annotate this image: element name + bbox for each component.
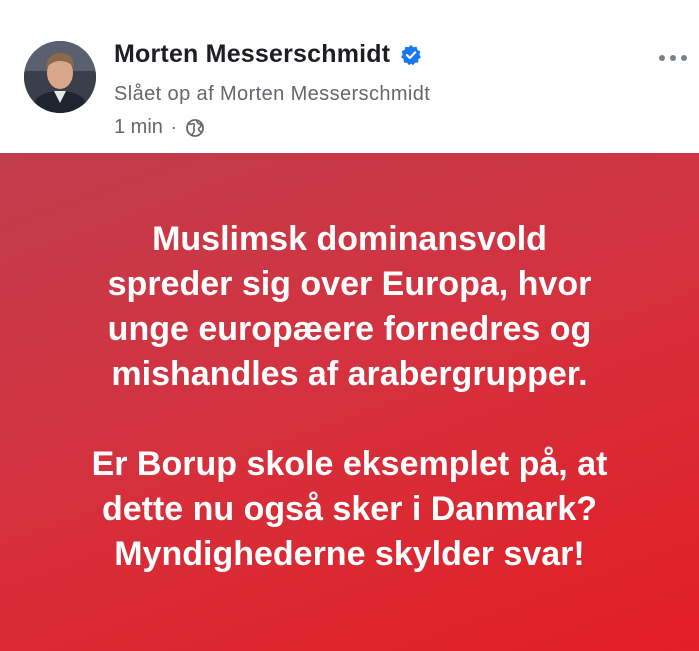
banner-paragraph-1: Muslimsk dominansvold spreder sig over E…: [108, 217, 592, 397]
text-post-banner: Muslimsk dominansvold spreder sig over E…: [0, 153, 699, 651]
author-avatar[interactable]: [24, 41, 96, 113]
banner-line: Er Borup skole eksemplet på, at: [91, 445, 608, 483]
banner-line: mishandles af arabergrupper.: [111, 355, 588, 393]
banner-line: dette nu også sker i Danmark?: [101, 490, 598, 528]
meta-separator: ·: [170, 117, 177, 137]
verified-badge-icon: [400, 44, 422, 66]
banner-line: Muslimsk dominansvold: [152, 220, 547, 258]
more-dot: [659, 55, 665, 61]
banner-line: unge europæere fornedres og: [107, 310, 592, 348]
banner-line: spreder sig over Europa, hvor: [107, 265, 592, 303]
globe-icon[interactable]: [185, 118, 205, 138]
avatar-photo: [24, 41, 96, 113]
more-dot: [670, 55, 676, 61]
banner-line: Myndighederne skylder svar!: [114, 535, 585, 573]
author-name-row: Morten Messerschmidt: [114, 40, 422, 69]
post-meta: 1 min ·: [114, 116, 205, 139]
post-header: Morten Messerschmidt Slået op af Morten …: [0, 0, 699, 153]
more-options-icon[interactable]: [655, 48, 691, 68]
facebook-post: Morten Messerschmidt Slået op af Morten …: [0, 0, 699, 651]
banner-paragraph-2: Er Borup skole eksemplet på, at dette nu…: [92, 442, 608, 577]
author-name[interactable]: Morten Messerschmidt: [114, 40, 390, 69]
posted-by-text: Slået op af Morten Messerschmidt: [114, 83, 431, 105]
timestamp[interactable]: 1 min: [114, 116, 163, 139]
more-dot: [681, 55, 687, 61]
